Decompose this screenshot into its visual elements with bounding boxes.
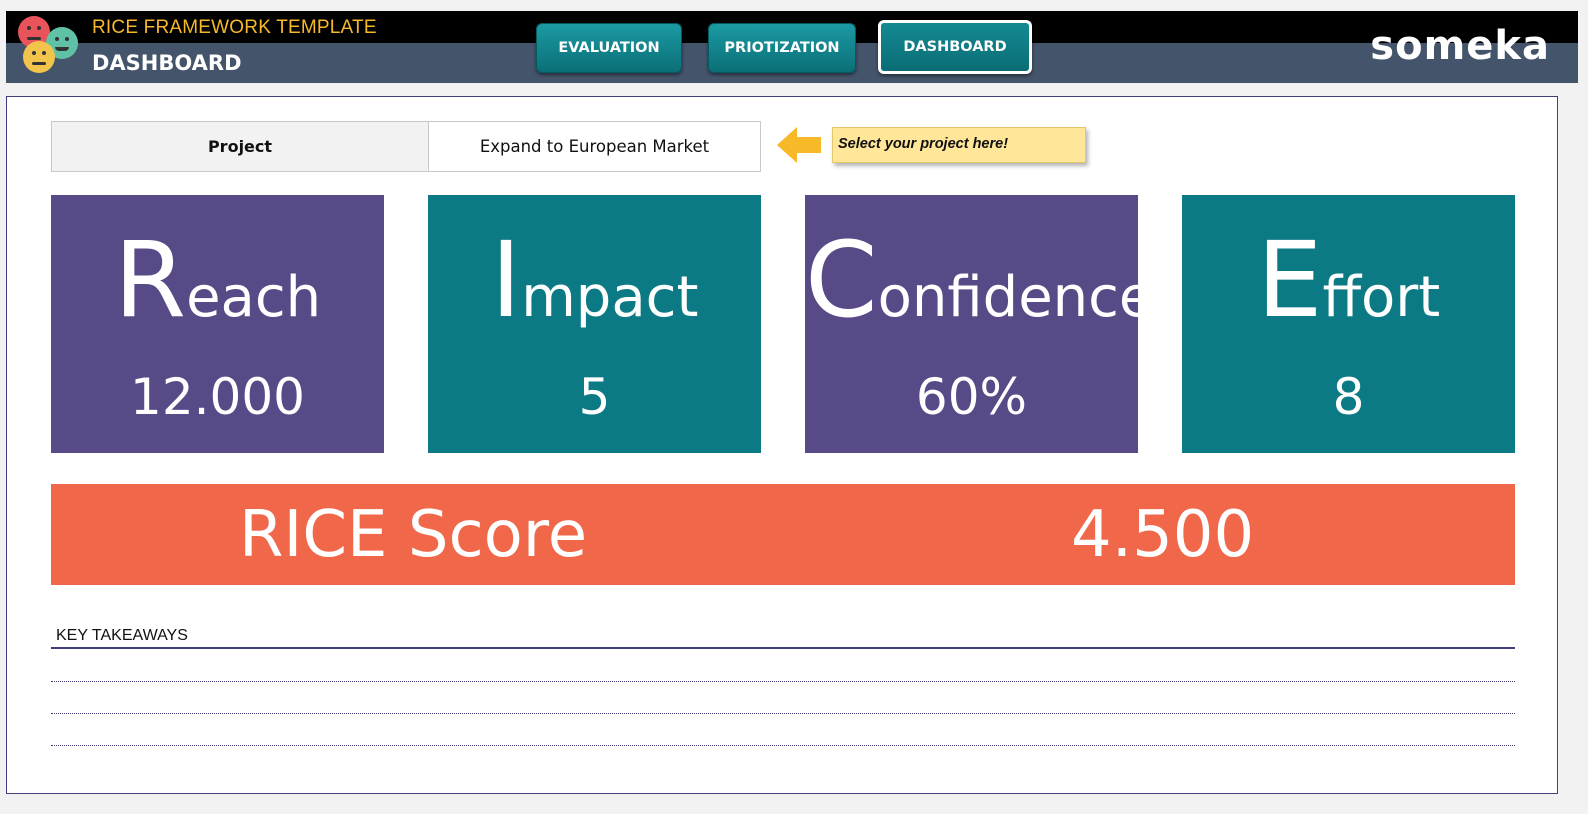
effort-value: 8 [1332,368,1365,426]
effort-card: Effort 8 [1182,195,1515,453]
evaluation-button[interactable]: EVALUATION [536,23,682,73]
impact-card: Impact 5 [428,195,761,453]
reach-value: 12.000 [130,368,305,426]
dashboard-button[interactable]: DASHBOARD [878,20,1032,74]
confidence-title: Confidence [805,219,1154,341]
neutral-face-icon [23,41,55,73]
project-label: Project [51,121,429,172]
key-takeaways-heading: KEY TAKEAWAYS [51,621,1515,649]
impact-title: Impact [490,219,699,341]
confidence-card: Confidence 60% [805,195,1154,453]
rice-score-value: 4.500 [1071,498,1255,572]
template-title: RICE FRAMEWORK TEMPLATE [92,17,377,38]
impact-value: 5 [578,368,611,426]
rice-score-label: RICE Score [239,498,588,572]
select-project-hint: Select your project here! [832,127,1086,163]
confidence-value: 60% [915,368,1028,426]
someka-logo: someka [1370,23,1550,69]
priotization-button[interactable]: PRIOTIZATION [708,23,856,73]
takeaway-line[interactable] [51,681,1515,682]
emoji-logo-icon [18,14,80,78]
dashboard-sheet: Project Expand to European Market Select… [6,96,1558,794]
arrow-left-icon [777,127,821,163]
effort-title: Effort [1256,219,1441,341]
reach-title: Reach [113,219,322,341]
rice-score-banner: RICE Score 4.500 [51,484,1515,585]
takeaway-line[interactable] [51,713,1515,714]
reach-card: Reach 12.000 [51,195,384,453]
app-header: RICE FRAMEWORK TEMPLATE DASHBOARD EVALUA… [6,11,1578,83]
project-select[interactable]: Expand to European Market [428,121,761,172]
page-title: DASHBOARD [92,51,242,75]
takeaway-line[interactable] [51,745,1515,746]
